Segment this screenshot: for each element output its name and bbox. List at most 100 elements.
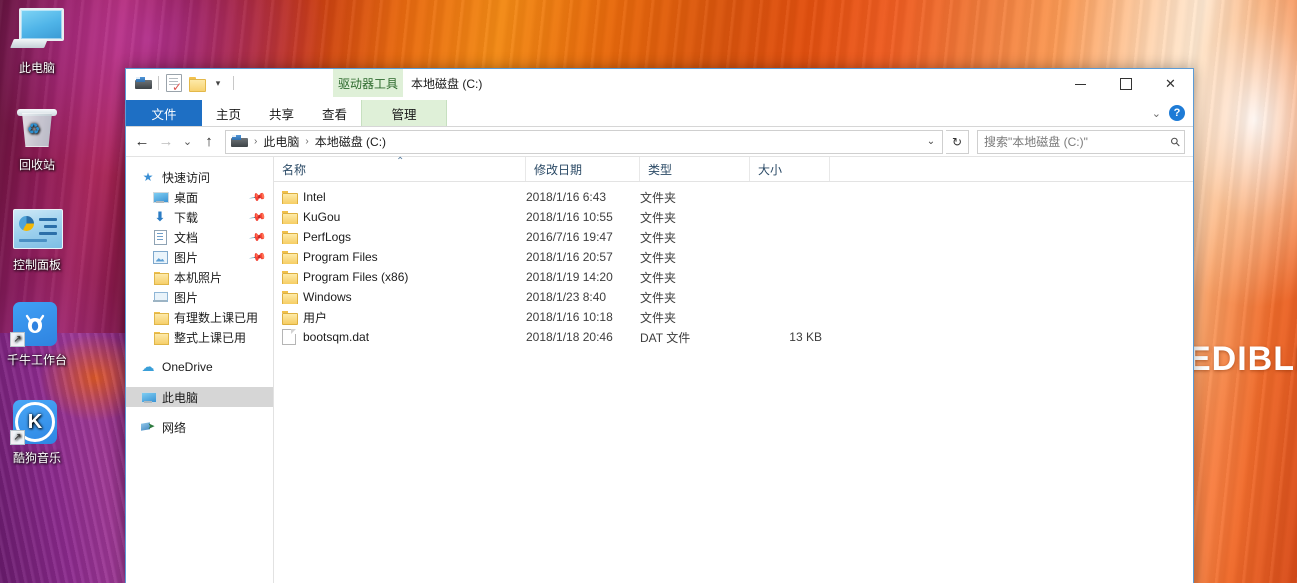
nav-item-documents[interactable]: 文档 📌 bbox=[126, 227, 273, 247]
file-rows: Intel 2018/1/16 6:43 文件夹 KuGou 2018/1/16… bbox=[274, 182, 1193, 583]
column-header-size[interactable]: 大小 bbox=[750, 157, 830, 181]
table-row[interactable]: Program Files (x86) 2018/1/19 14:20 文件夹 bbox=[274, 267, 1193, 287]
downloads-icon: ⬇ bbox=[154, 209, 166, 224]
column-header-type[interactable]: 类型 bbox=[640, 157, 750, 181]
tab-share[interactable]: 共享 bbox=[255, 100, 308, 126]
file-name-cell: bootsqm.dat bbox=[274, 329, 526, 345]
chevron-down-icon[interactable]: ⌄ bbox=[1152, 107, 1161, 120]
tab-home[interactable]: 主页 bbox=[202, 100, 255, 126]
breadcrumb[interactable]: › 此电脑 › 本地磁盘 (C:) ⌄ bbox=[225, 129, 943, 154]
table-row[interactable]: 用户 2018/1/16 10:18 文件夹 bbox=[274, 307, 1193, 327]
nav-item-downloads[interactable]: ⬇ 下载 📌 bbox=[126, 207, 273, 227]
nav-item-local-photos[interactable]: 本机照片 bbox=[126, 267, 273, 287]
table-row[interactable]: bootsqm.dat 2018/1/18 20:46 DAT 文件 13 KB bbox=[274, 327, 1193, 347]
file-name-cell: KuGou bbox=[274, 210, 526, 224]
desktop-icon-recycle-bin[interactable]: ♻ 回收站 bbox=[0, 105, 74, 173]
pin-icon[interactable]: 📌 bbox=[249, 228, 268, 247]
folder-icon bbox=[282, 211, 298, 224]
file-name: PerfLogs bbox=[303, 230, 352, 244]
column-header-name[interactable]: ⌃ 名称 bbox=[274, 156, 526, 181]
column-header-label: 修改日期 bbox=[534, 162, 583, 177]
folder-icon bbox=[152, 269, 169, 285]
file-type: 文件夹 bbox=[640, 210, 677, 225]
pin-icon[interactable]: 📌 bbox=[249, 188, 268, 207]
breadcrumb-separator[interactable]: › bbox=[303, 136, 310, 147]
pin-icon[interactable]: 📌 bbox=[249, 248, 268, 267]
breadcrumb-separator[interactable]: › bbox=[252, 136, 259, 147]
contextual-tab-group-label: 驱动器工具 bbox=[333, 69, 403, 97]
table-row[interactable]: Intel 2018/1/16 6:43 文件夹 bbox=[274, 187, 1193, 207]
minimize-button[interactable] bbox=[1058, 69, 1103, 99]
file-name-cell: Program Files bbox=[274, 250, 526, 264]
up-button[interactable]: ↑ bbox=[197, 130, 221, 154]
table-row[interactable]: KuGou 2018/1/16 10:55 文件夹 bbox=[274, 207, 1193, 227]
file-name-cell: Windows bbox=[274, 290, 526, 304]
desktop-icon-label: 回收站 bbox=[18, 158, 55, 172]
nav-item-label: 图片 bbox=[174, 290, 199, 305]
desktop-icon-label: 控制面板 bbox=[12, 258, 61, 272]
drive-icon[interactable] bbox=[132, 72, 154, 94]
nav-item-onedrive[interactable]: ☁ OneDrive bbox=[126, 357, 273, 377]
file-type: 文件夹 bbox=[640, 290, 677, 305]
chevron-down-icon[interactable]: ⌄ bbox=[922, 132, 940, 152]
window-title-text: 本地磁盘 (C:) bbox=[411, 76, 483, 91]
file-explorer-window: ✓ ▾ 驱动器工具 本地磁盘 (C:) ✕ 文件 主页 共享 查看 管理 ⌄ ?… bbox=[125, 68, 1194, 583]
nav-item-network[interactable]: ➤ 网络 bbox=[126, 417, 273, 437]
nav-item-pictures-2[interactable]: 图片 bbox=[126, 287, 273, 307]
nav-item-this-pc[interactable]: 此电脑 bbox=[126, 387, 273, 407]
nav-group-quick-access[interactable]: ★ 快速访问 bbox=[126, 167, 273, 187]
explorer-body: ★ 快速访问 桌面 📌 ⬇ 下载 📌 文档 📌 图片 📌 本机照片 图片 有理数… bbox=[126, 156, 1193, 583]
drive-icon bbox=[231, 135, 248, 148]
new-folder-icon[interactable] bbox=[185, 72, 207, 94]
desktop-icon-control-panel[interactable]: 控制面板 bbox=[0, 205, 74, 273]
column-header-date[interactable]: 修改日期 bbox=[526, 157, 640, 181]
file-type: 文件夹 bbox=[640, 310, 677, 325]
folder-icon bbox=[282, 291, 298, 304]
nav-item-desktop[interactable]: 桌面 📌 bbox=[126, 187, 273, 207]
window-controls: ✕ bbox=[1058, 69, 1193, 99]
tab-manage[interactable]: 管理 bbox=[361, 100, 448, 126]
folder-icon bbox=[282, 231, 298, 244]
window-title-bar[interactable]: ✓ ▾ 驱动器工具 本地磁盘 (C:) ✕ bbox=[126, 69, 1193, 100]
desktop-icon-kugou[interactable]: K ↗ 酷狗音乐 bbox=[0, 398, 74, 466]
file-name: Windows bbox=[303, 290, 352, 304]
back-button[interactable]: ← bbox=[130, 130, 154, 154]
search-input[interactable]: 搜索"本地磁盘 (C:)" ⚲ bbox=[977, 129, 1185, 154]
customize-dropdown-icon[interactable]: ▾ bbox=[207, 72, 229, 94]
breadcrumb-item-this-pc[interactable]: 此电脑 bbox=[259, 132, 303, 151]
nav-item-label: 此电脑 bbox=[162, 390, 199, 405]
maximize-button[interactable] bbox=[1103, 69, 1148, 99]
ribbon-tab-bar: 文件 主页 共享 查看 管理 ⌄ ? bbox=[126, 100, 1193, 127]
properties-icon[interactable]: ✓ bbox=[163, 72, 185, 94]
tab-view[interactable]: 查看 bbox=[308, 100, 361, 126]
recent-locations-icon[interactable]: ⌄ bbox=[178, 130, 197, 154]
nav-item-pictures[interactable]: 图片 📌 bbox=[126, 247, 273, 267]
desktop-icon-qianniu[interactable]: ↗ 千牛工作台 bbox=[0, 300, 74, 368]
table-row[interactable]: Program Files 2018/1/16 20:57 文件夹 bbox=[274, 247, 1193, 267]
pin-icon[interactable]: 📌 bbox=[249, 208, 268, 227]
desktop-icon-label: 酷狗音乐 bbox=[12, 451, 61, 465]
close-button[interactable]: ✕ bbox=[1148, 69, 1193, 99]
contextual-tab-group-text: 驱动器工具 bbox=[337, 76, 398, 91]
file-date: 2018/1/19 14:20 bbox=[526, 270, 613, 284]
nav-item-rational-numbers[interactable]: 有理数上课已用 bbox=[126, 307, 273, 327]
refresh-button[interactable]: ↻ bbox=[946, 129, 969, 154]
shortcut-arrow-icon: ↗ bbox=[10, 430, 25, 445]
table-row[interactable]: PerfLogs 2016/7/16 19:47 文件夹 bbox=[274, 227, 1193, 247]
qianniu-app-icon: ↗ bbox=[0, 300, 74, 348]
help-icon[interactable]: ? bbox=[1169, 105, 1185, 121]
nav-item-polynomials[interactable]: 整式上课已用 bbox=[126, 327, 273, 347]
file-date: 2018/1/16 6:43 bbox=[526, 190, 607, 204]
forward-button[interactable]: → bbox=[154, 130, 178, 154]
file-name-cell: 用户 bbox=[274, 309, 526, 326]
wallpaper-text: EDIBLE bbox=[1188, 340, 1297, 378]
tab-file[interactable]: 文件 bbox=[126, 100, 202, 126]
window-title: 本地磁盘 (C:) bbox=[411, 69, 482, 97]
file-date: 2018/1/23 8:40 bbox=[526, 290, 607, 304]
desktop-icon-this-pc[interactable]: 此电脑 bbox=[0, 8, 74, 76]
table-row[interactable]: Windows 2018/1/23 8:40 文件夹 bbox=[274, 287, 1193, 307]
breadcrumb-item-local-disk[interactable]: 本地磁盘 (C:) bbox=[311, 132, 390, 151]
tab-home-label: 主页 bbox=[216, 107, 242, 122]
